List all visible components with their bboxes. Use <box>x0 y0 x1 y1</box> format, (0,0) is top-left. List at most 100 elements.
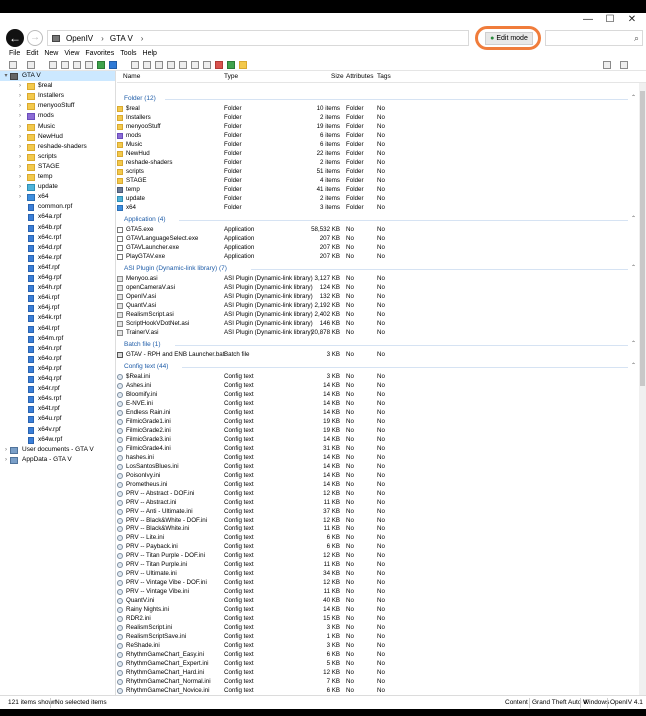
file-row[interactable]: RhythmGameChart_Expert.ini Config text 5 K… <box>117 659 638 668</box>
expand-icon[interactable]: › <box>17 132 23 142</box>
tree-item-root[interactable]: ▾ GTA V <box>0 71 115 81</box>
preview-pane-icon[interactable] <box>620 61 628 69</box>
new-folder-icon[interactable] <box>239 61 247 69</box>
tree-item-rpf[interactable]: x64g.rpf <box>0 273 115 283</box>
edit-mode-button[interactable]: ● Edit mode <box>485 32 533 45</box>
file-row[interactable]: PRV -- Titan Purple.ini Config text 11 KB N… <box>117 560 638 569</box>
tree-item-folder[interactable]: › STAGE <box>0 162 115 172</box>
file-row[interactable]: PRV -- Abstract.ini Config text 11 KB No No <box>117 498 638 507</box>
tree-item-rpf[interactable]: x64u.rpf <box>0 414 115 424</box>
move-icon[interactable] <box>179 61 187 69</box>
file-row[interactable]: ScriptHookVDotNet.asi ASI Plugin (Dynamic… <box>117 319 638 328</box>
file-row[interactable]: PoisonIvy.ini Config text 14 KB No No <box>117 471 638 480</box>
tree-item-rpf[interactable]: x64q.rpf <box>0 374 115 384</box>
column-type[interactable]: Type <box>224 71 238 83</box>
file-row[interactable]: FilmicGrade3.ini Config text 14 KB No No <box>117 435 638 444</box>
tree-item-rpf[interactable]: x64c.rpf <box>0 233 115 243</box>
file-row[interactable]: STAGE Folder 4 items Folder No <box>117 176 638 185</box>
file-row[interactable]: RhythmGameChart_Hard.ini Config text 12 KB… <box>117 668 638 677</box>
file-row[interactable]: reshade-shaders Folder 2 items Folder No <box>117 158 638 167</box>
tree-item-rpf[interactable]: x64b.rpf <box>0 223 115 233</box>
file-row[interactable]: Prometheus.ini Config text 14 KB No No <box>117 480 638 489</box>
expand-icon[interactable]: › <box>17 182 23 192</box>
expand-icon[interactable]: › <box>3 455 9 465</box>
file-row[interactable]: PRV -- Abstract - DOF.ini Config text 12 K… <box>117 489 638 498</box>
file-row[interactable]: Endless Rain.ini Config text 14 KB No No <box>117 408 638 417</box>
expand-icon[interactable]: › <box>17 142 23 152</box>
group-header[interactable]: ASI Plugin (Dynamic-link library) (7) ⌃ <box>117 264 638 273</box>
expand-icon[interactable]: › <box>17 152 23 162</box>
collapse-icon[interactable]: ⌃ <box>631 215 636 224</box>
maximize-button[interactable]: ☐ <box>600 14 620 26</box>
file-row[interactable]: $real Folder 10 items Folder No <box>117 104 638 113</box>
breadcrumb-chevron-icon[interactable]: › <box>101 34 104 43</box>
group-header[interactable]: Config text (44) ⌃ <box>117 362 638 371</box>
collapse-icon[interactable]: ⌃ <box>631 94 636 103</box>
tree-item-folder[interactable]: › temp <box>0 172 115 182</box>
menu-edit[interactable]: Edit <box>26 49 38 59</box>
tree-item-folder[interactable]: › update <box>0 182 115 192</box>
tree-item-rpf[interactable]: x64p.rpf <box>0 364 115 374</box>
menu-view[interactable]: View <box>64 49 79 59</box>
tree-item-folder[interactable]: › x64 <box>0 192 115 202</box>
vertical-scrollbar[interactable] <box>639 83 646 695</box>
tree-item-folder[interactable]: › Installers <box>0 91 115 101</box>
file-row[interactable]: FilmicGrade1.ini Config text 19 KB No No <box>117 417 638 426</box>
tree-item-rpf[interactable]: x64o.rpf <box>0 354 115 364</box>
tree-item-folder[interactable]: › menyooStuff <box>0 101 115 111</box>
tree-item-rpf[interactable]: x64a.rpf <box>0 212 115 222</box>
column-size[interactable]: Size <box>331 71 344 83</box>
scrollbar-thumb[interactable] <box>640 91 645 386</box>
expand-icon[interactable]: › <box>17 172 23 182</box>
menu-new[interactable]: New <box>44 49 58 59</box>
file-row[interactable]: GTA5.exe Application 58,532 KB No No <box>117 225 638 234</box>
collapse-icon[interactable]: ⌃ <box>631 340 636 349</box>
file-row[interactable]: x64 Folder 3 items Folder No <box>117 203 638 212</box>
tree-item-rpf[interactable]: x64e.rpf <box>0 253 115 263</box>
tree-item-rpf[interactable]: x64l.rpf <box>0 324 115 334</box>
tree-item-rpf[interactable]: x64v.rpf <box>0 425 115 435</box>
tree-item-rpf[interactable]: common.rpf <box>0 202 115 212</box>
details-icon[interactable] <box>143 61 151 69</box>
archive-icon[interactable] <box>109 61 117 69</box>
file-row[interactable]: GTAVLauncher.exe Application 207 KB No No <box>117 243 638 252</box>
export-icon[interactable] <box>85 61 93 69</box>
tree-item-folder[interactable]: › $real <box>0 81 115 91</box>
view-mode-icon[interactable] <box>603 61 611 69</box>
column-attributes[interactable]: Attributes <box>346 71 373 83</box>
collapse-icon[interactable]: ⌃ <box>631 362 636 371</box>
menu-favorites[interactable]: Favorites <box>85 49 114 59</box>
file-row[interactable]: GTAVLanguageSelect.exe Application 207 KB N… <box>117 234 638 243</box>
breadcrumb-gta-v[interactable]: GTA V <box>110 34 133 43</box>
column-tags[interactable]: Tags <box>377 71 391 83</box>
breadcrumb-chevron-icon[interactable]: › <box>141 34 144 43</box>
tree-item-location[interactable]: › User documents - GTA V <box>0 445 115 455</box>
properties-icon[interactable] <box>167 61 175 69</box>
add-icon[interactable] <box>227 61 235 69</box>
tree-item-rpf[interactable]: x64f.rpf <box>0 263 115 273</box>
file-row[interactable]: Menyoo.asi ASI Plugin (Dynamic-link libra… <box>117 274 638 283</box>
menu-file[interactable]: File <box>9 49 20 59</box>
file-row[interactable]: ReShade.ini Config text 3 KB No No <box>117 641 638 650</box>
file-row[interactable]: RealismScript.ini Config text 3 KB No No <box>117 623 638 632</box>
tree-item-folder[interactable]: › NewHud <box>0 132 115 142</box>
tree-item-rpf[interactable]: x64n.rpf <box>0 344 115 354</box>
collapse-icon[interactable]: ⌃ <box>631 264 636 273</box>
file-row[interactable]: Music Folder 6 items Folder No <box>117 140 638 149</box>
filter-icon[interactable] <box>191 61 199 69</box>
file-row[interactable]: Installers Folder 2 items Folder No <box>117 113 638 122</box>
file-row[interactable]: FilmicGrade2.ini Config text 19 KB No No <box>117 426 638 435</box>
file-row[interactable]: RealismScriptSave.ini Config text 1 KB No No <box>117 632 638 641</box>
expand-icon[interactable]: › <box>17 91 23 101</box>
tree-item-rpf[interactable]: x64h.rpf <box>0 283 115 293</box>
minimize-button[interactable]: — <box>578 14 598 26</box>
tree-item-folder[interactable]: › Music <box>0 122 115 132</box>
file-row[interactable]: PRV -- Lite.ini Config text 6 KB No No <box>117 533 638 542</box>
tree-item-rpf[interactable]: x64k.rpf <box>0 313 115 323</box>
tree-item-rpf[interactable]: x64t.rpf <box>0 404 115 414</box>
menu-tools[interactable]: Tools <box>120 49 136 59</box>
group-header[interactable]: Batch file (1) ⌃ <box>117 340 638 349</box>
expand-icon[interactable]: › <box>17 111 23 121</box>
tree-item-rpf[interactable]: x64s.rpf <box>0 394 115 404</box>
file-row[interactable]: RhythmGameChart_Easy.ini Config text 6 KB N… <box>117 650 638 659</box>
